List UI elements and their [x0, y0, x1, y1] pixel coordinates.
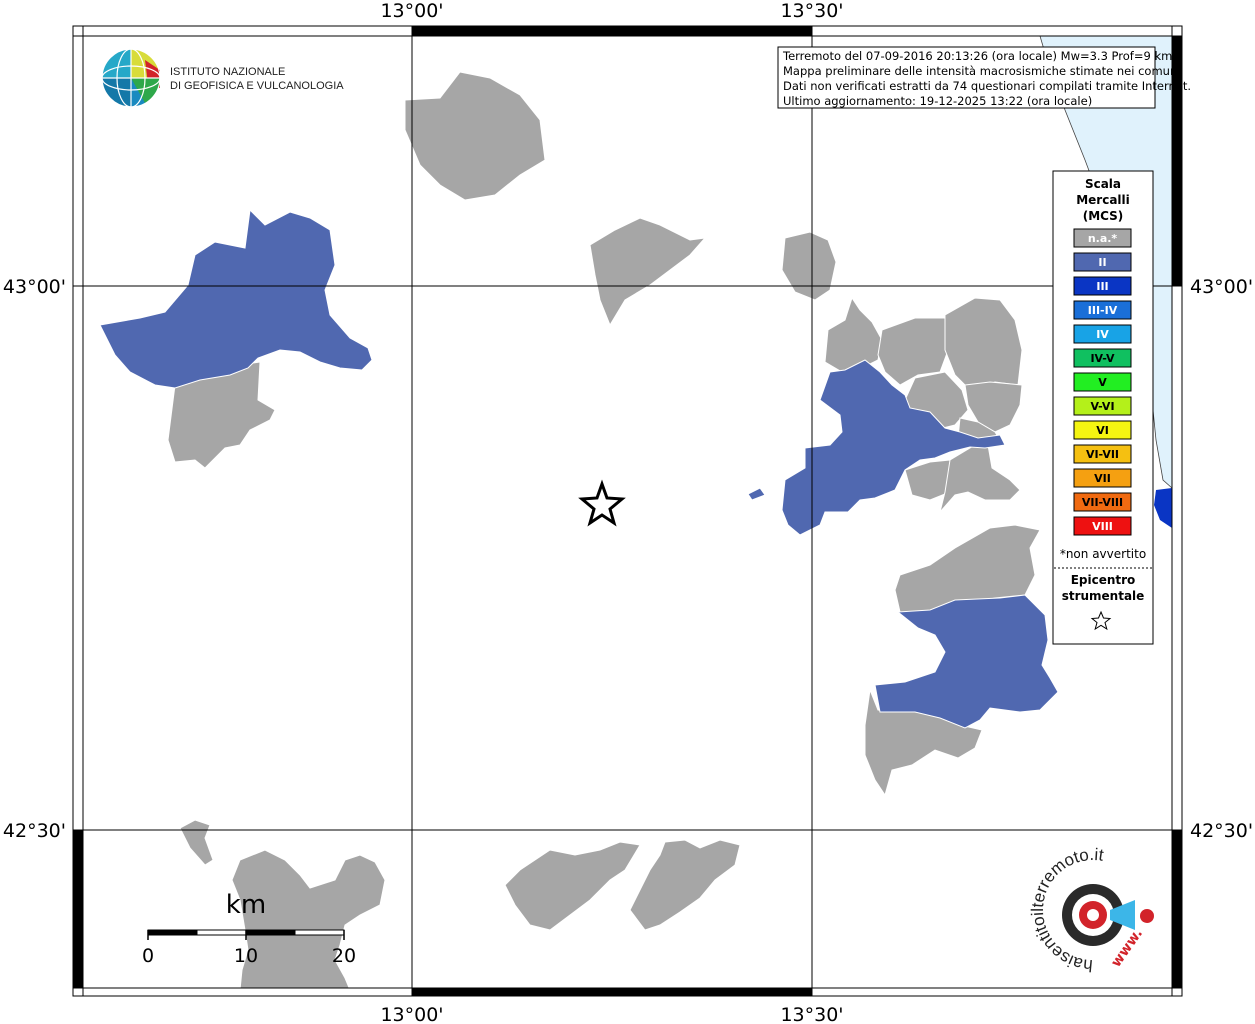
municipality: [747, 487, 766, 501]
legend-label: V: [1098, 376, 1107, 389]
legend-label: VI: [1096, 424, 1109, 437]
lat-label-left: 43°00': [3, 276, 66, 298]
legend-label: n.a.*: [1088, 232, 1118, 245]
municipalities-not-felt: [167, 71, 1041, 991]
lon-label-top: 13°00': [380, 0, 443, 22]
legend-label: VIII: [1092, 520, 1113, 533]
municipality: [944, 297, 1023, 391]
ingv-logo: ISTITUTO NAZIONALE DI GEOFISICA E VULCAN…: [101, 48, 344, 108]
legend: Scala Mercalli (MCS) n.a.*IIIIIIII-IVIVI…: [1052, 170, 1154, 645]
globe-icon: [101, 48, 161, 108]
lat-label-left: 42°30': [3, 820, 66, 842]
municipality: [874, 594, 1059, 729]
legend-label: VII-VIII: [1082, 496, 1123, 509]
municipality: [404, 71, 546, 201]
municipality: [179, 819, 214, 866]
info-line: Ultimo aggiornamento: 19-12-2025 13:22 (…: [783, 94, 1092, 108]
municipality: [781, 231, 837, 301]
legend-label: IV: [1096, 328, 1109, 341]
sea-intensity-patch: [1154, 488, 1172, 528]
info-line: Mappa preliminare delle intensità macros…: [783, 64, 1180, 78]
logo-line2: DI GEOFISICA E VULCANOLOGIA: [170, 80, 344, 92]
lon-label-bottom: 13°00': [380, 1004, 443, 1024]
epicenter-star-icon: [578, 479, 626, 527]
scale-tick: 20: [332, 945, 356, 967]
legend-title-line: (MCS): [1083, 209, 1124, 223]
info-box: Terremoto del 07-09-2016 20:13:26 (ora l…: [777, 46, 1191, 109]
info-line: Terremoto del 07-09-2016 20:13:26 (ora l…: [782, 49, 1172, 63]
lon-label-top: 13°30': [780, 0, 843, 22]
lat-label-right: 43°00': [1190, 276, 1253, 298]
legend-label: II: [1098, 256, 1106, 269]
legend-title-line: Mercalli: [1076, 193, 1130, 207]
haisentito-logo: haisentitoilterremoto.it www.: [1028, 845, 1154, 975]
legend-note: *non avvertito: [1060, 547, 1146, 561]
municipality: [231, 849, 386, 991]
legend-label: IV-V: [1090, 352, 1115, 365]
info-line: Dati non verificati estratti da 74 quest…: [783, 79, 1191, 93]
legend-label: VII: [1094, 472, 1111, 485]
municipality: [824, 296, 883, 373]
scale-tick: 0: [142, 945, 154, 967]
municipality: [504, 841, 641, 931]
legend-label: V-VI: [1090, 400, 1114, 413]
legend-label: III: [1096, 280, 1108, 293]
legend-label: III-IV: [1088, 304, 1118, 317]
municipality: [589, 217, 707, 327]
legend-epicenter-line: Epicentro: [1071, 573, 1136, 587]
lon-label-bottom: 13°30': [780, 1004, 843, 1024]
lat-label-right: 42°30': [1190, 820, 1253, 842]
municipality: [99, 208, 373, 389]
intensity-map: 13°00' 13°30' 13°00' 13°30' 43°00' 42°30…: [3, 0, 1253, 1024]
legend-label: VI-VII: [1086, 448, 1119, 461]
logo-line1: ISTITUTO NAZIONALE: [170, 66, 285, 78]
municipality: [629, 839, 741, 931]
scale-unit: km: [226, 890, 266, 920]
scale-tick: 10: [234, 945, 258, 967]
legend-epicenter-line: strumentale: [1062, 589, 1145, 603]
legend-title-line: Scala: [1085, 177, 1121, 191]
municipality: [939, 444, 1021, 513]
